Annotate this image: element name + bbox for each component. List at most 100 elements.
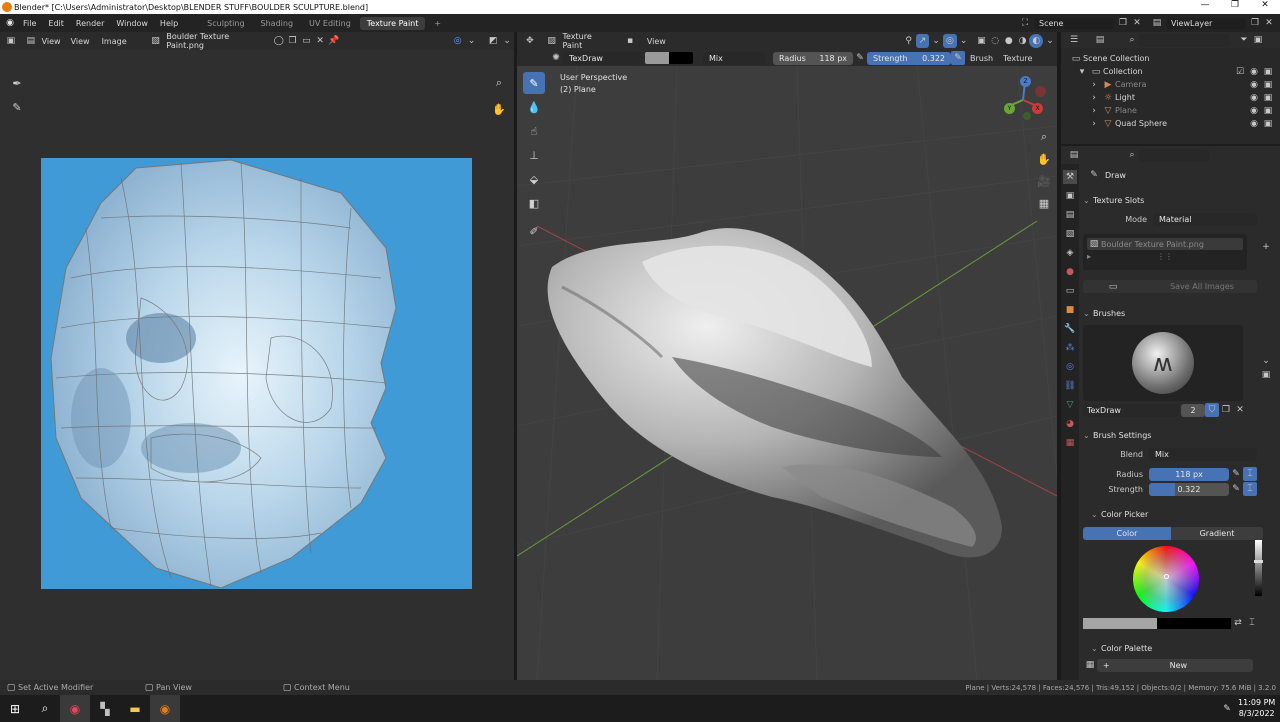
collapse-chevron-icon[interactable]: ⌄: [1083, 309, 1093, 318]
brush-list-dropdown-icon[interactable]: ⌄: [1259, 354, 1273, 368]
brush-fake-user-icon[interactable]: ⛉: [1205, 403, 1219, 417]
overlay-dropdown-icon[interactable]: ⌄: [465, 34, 479, 48]
image-editor[interactable]: ▣ ▤ View View Image ▧ Boulder Texture Pa…: [0, 32, 514, 680]
radius-unit-icon[interactable]: ⌶: [1243, 467, 1257, 481]
color-pressure-icon[interactable]: ⌶: [1245, 616, 1259, 630]
radius-pressure-icon[interactable]: ✎: [853, 51, 867, 65]
maximize-button[interactable]: ❐: [1220, 0, 1250, 10]
outliner-plane[interactable]: › ▽ Plane ◉ ▣: [1069, 104, 1280, 117]
scene-tab-icon[interactable]: ◈: [1063, 246, 1077, 260]
outliner-camera[interactable]: › ▶ Camera ◉ ▣: [1069, 78, 1280, 91]
texture-tab-icon[interactable]: ▦: [1063, 436, 1077, 450]
texture-mode-dropdown[interactable]: Material: [1153, 212, 1257, 226]
visibility-eye-icon[interactable]: ◉: [1247, 104, 1261, 118]
windows-start-icon[interactable]: ⊞: [0, 695, 30, 722]
properties-search-icon[interactable]: ⌕: [1125, 148, 1139, 162]
texture-slot-list[interactable]: ▧ Boulder Texture Paint.png ▸ ⋮⋮: [1083, 234, 1247, 270]
brush-selector[interactable]: TexDraw: [563, 51, 641, 65]
properties-editor-type-icon[interactable]: ▤: [1067, 148, 1081, 162]
add-texture-slot-icon[interactable]: +: [1259, 240, 1273, 254]
pin-icon[interactable]: 📌: [327, 34, 341, 48]
new-collection-icon[interactable]: ▣: [1251, 33, 1265, 47]
overlay-toggle-icon[interactable]: ◎: [451, 34, 465, 48]
xray-icon[interactable]: ▣: [975, 34, 989, 48]
mask-tool-icon[interactable]: ◧: [523, 192, 545, 214]
gizmo-x-axis[interactable]: X: [1032, 103, 1043, 114]
mode-paint-icon[interactable]: ▤: [24, 34, 38, 48]
new-view-layer-icon[interactable]: ❐: [1248, 16, 1262, 30]
outliner[interactable]: ☰ ▤ ⌕ ⏷ ▣ ▭ Scene Collection ▾ ▭ Collect…: [1061, 32, 1280, 144]
brush-name-field[interactable]: TexDraw: [1083, 403, 1179, 417]
render-camera-icon[interactable]: ▣: [1261, 78, 1275, 92]
tab-shading[interactable]: Shading: [254, 17, 301, 30]
mode-selector[interactable]: Texture Paint: [558, 32, 617, 50]
tab-sculpting[interactable]: Sculpting: [200, 17, 251, 30]
view-layer-selector[interactable]: ViewLayer: [1166, 17, 1246, 29]
collapse-chevron-icon[interactable]: ⌄: [1083, 431, 1093, 440]
outliner-filter-icon[interactable]: ⏷: [1237, 33, 1251, 47]
save-all-images-button[interactable]: ▭ Save All Images: [1083, 280, 1257, 293]
overlay-options-icon[interactable]: ⌄: [957, 34, 971, 48]
outliner-scene-collection[interactable]: ▭ Scene Collection: [1069, 52, 1280, 65]
zoom-icon[interactable]: ⌕: [488, 72, 510, 94]
expand-arrow-icon[interactable]: ›: [1087, 78, 1101, 92]
image-editor-view-dropdown[interactable]: View: [38, 37, 65, 46]
slot-list-resize-handle[interactable]: ⋮⋮: [1157, 252, 1173, 261]
taskbar-search-icon[interactable]: ⌕: [30, 695, 60, 722]
visibility-eye-icon[interactable]: ◉: [1247, 65, 1261, 79]
physics-tab-icon[interactable]: ◎: [1063, 360, 1077, 374]
expand-arrow-icon[interactable]: ›: [1087, 91, 1101, 105]
ortho-toggle-icon[interactable]: ▦: [1035, 194, 1053, 212]
smear-tool-icon[interactable]: ☝: [523, 120, 545, 142]
strength-slider[interactable]: 0.322: [1149, 482, 1229, 496]
shading-rendered-icon[interactable]: ◐: [1029, 34, 1044, 48]
world-tab-icon[interactable]: ●: [1063, 265, 1077, 279]
color-tab[interactable]: Color: [1083, 526, 1171, 540]
blend-mode-dropdown[interactable]: Mix: [703, 51, 765, 65]
shading-dropdown-icon[interactable]: ⌄: [1043, 34, 1057, 48]
unlink-brush-icon[interactable]: ✕: [1233, 403, 1247, 417]
channels-dropdown-icon[interactable]: ⌄: [500, 34, 514, 48]
collapse-chevron-icon[interactable]: ⌄: [1091, 510, 1101, 519]
render-camera-icon[interactable]: ▣: [1261, 91, 1275, 105]
3d-viewport[interactable]: ✥ ▨ Texture Paint ▪ View ⚲ ↗ ⌄ ◎ ⌄ ▣ ◌ ●…: [517, 32, 1057, 680]
render-camera-icon[interactable]: ▣: [1261, 117, 1275, 131]
menu-help[interactable]: Help: [154, 19, 184, 28]
color-palette-panel-header[interactable]: ⌄ Color Palette: [1083, 640, 1275, 656]
brush-color-swatch[interactable]: [645, 52, 669, 64]
editor-type-icon[interactable]: ▣: [4, 34, 18, 48]
add-workspace-button[interactable]: +: [427, 17, 448, 30]
material-tab-icon[interactable]: ◕: [1063, 417, 1077, 431]
blend-dropdown[interactable]: Mix: [1149, 447, 1257, 461]
boulder-mesh[interactable]: [532, 207, 1012, 587]
annotate-tool-icon[interactable]: ✐: [523, 220, 545, 242]
navigation-gizmo[interactable]: Z Y X: [1001, 76, 1051, 126]
color-picker-panel-header[interactable]: ⌄ Color Picker: [1083, 506, 1275, 522]
radius-slider[interactable]: 118 px: [1149, 467, 1229, 481]
mask-toggle-icon[interactable]: ▪: [623, 34, 637, 48]
uv-texture-canvas[interactable]: [41, 158, 472, 589]
brush-preview[interactable]: ʍ: [1083, 325, 1243, 401]
modifier-tab-icon[interactable]: 🔧: [1063, 322, 1077, 336]
unlink-image-icon[interactable]: ✕: [313, 34, 327, 48]
properties-search-input[interactable]: [1139, 148, 1209, 162]
strength-pressure-icon[interactable]: ✎: [1229, 482, 1243, 496]
render-camera-icon[interactable]: ▣: [1261, 104, 1275, 118]
primary-color-swatch[interactable]: [1083, 617, 1157, 629]
image-editor-image-menu[interactable]: Image: [96, 37, 133, 46]
viewport-pan-icon[interactable]: ✋: [1035, 150, 1053, 168]
viewport-view-menu[interactable]: View: [637, 37, 676, 46]
palette-browse-icon[interactable]: ▦: [1083, 658, 1097, 672]
viewport-overlay-icon[interactable]: ◎: [943, 34, 957, 48]
output-tab-icon[interactable]: ▤: [1063, 208, 1077, 222]
data-tab-icon[interactable]: ▽: [1063, 398, 1077, 412]
brush-users-count[interactable]: 2: [1181, 403, 1205, 417]
gizmo-neg-y-axis[interactable]: [1023, 112, 1031, 120]
pan-hand-icon[interactable]: ✋: [488, 98, 510, 120]
viewport-zoom-icon[interactable]: ⌕: [1035, 128, 1053, 146]
scene-selector[interactable]: Scene: [1034, 17, 1114, 29]
image-name-field[interactable]: Boulder Texture Paint.png: [162, 32, 271, 50]
value-slider[interactable]: [1254, 540, 1263, 596]
fill-tool-icon[interactable]: ⬙: [523, 168, 545, 190]
gizmo-dropdown-icon[interactable]: ⌄: [929, 34, 943, 48]
